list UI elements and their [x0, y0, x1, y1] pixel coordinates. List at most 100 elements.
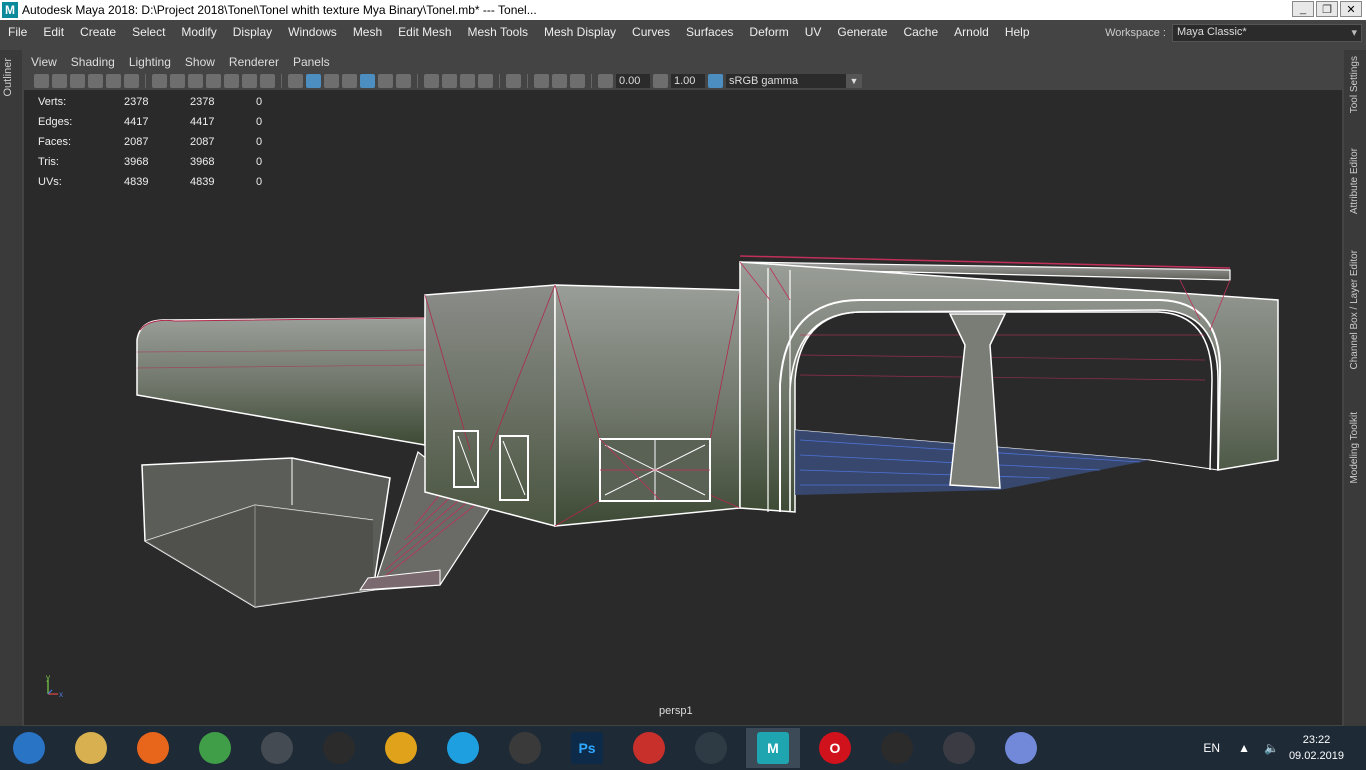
safe-action-icon[interactable] [242, 74, 257, 88]
workspace-selector[interactable]: Workspace : Maya Classic* ▾ [1105, 24, 1362, 42]
start-button[interactable] [2, 728, 56, 768]
tunnel-portal[interactable] [739, 255, 1279, 513]
menu-mesh-display[interactable]: Mesh Display [536, 25, 624, 39]
grease-pencil-icon[interactable] [124, 74, 139, 88]
axis-x-label: x [59, 690, 63, 698]
firefox-app[interactable] [126, 728, 180, 768]
panel-menu-view[interactable]: View [24, 55, 64, 69]
menu-display[interactable]: Display [225, 25, 280, 39]
default-material-icon[interactable] [324, 74, 339, 88]
paint-app[interactable] [64, 728, 118, 768]
xray-icon[interactable] [534, 74, 549, 88]
panel-menu-shading[interactable]: Shading [64, 55, 122, 69]
quixel-app[interactable] [312, 728, 366, 768]
panel-menu-lighting[interactable]: Lighting [122, 55, 178, 69]
menu-windows[interactable]: Windows [280, 25, 345, 39]
depth-of-field-icon[interactable] [478, 74, 493, 88]
photoshop-icon: Ps [571, 732, 603, 764]
maximize-button[interactable]: ❐ [1316, 1, 1338, 17]
menu-create[interactable]: Create [72, 25, 124, 39]
close-button[interactable]: ✕ [1340, 1, 1362, 17]
gamma-icon[interactable] [653, 74, 668, 88]
menu-file[interactable]: File [0, 25, 35, 39]
menu-curves[interactable]: Curves [624, 25, 678, 39]
menu-select[interactable]: Select [124, 25, 173, 39]
shadows-icon[interactable] [396, 74, 411, 88]
zbrush-app[interactable] [498, 728, 552, 768]
pixel-app[interactable] [684, 728, 738, 768]
menu-mesh[interactable]: Mesh [345, 25, 390, 39]
opera-app[interactable]: O [808, 728, 862, 768]
menu-uv[interactable]: UV [797, 25, 830, 39]
language-indicator[interactable]: EN [1203, 741, 1220, 755]
motion-blur-icon[interactable] [442, 74, 457, 88]
exposure-icon[interactable] [598, 74, 613, 88]
outliner-tab[interactable]: Outliner [2, 58, 14, 97]
central-block[interactable] [424, 284, 741, 527]
gamma-field[interactable]: 1.00 [671, 74, 705, 88]
axis-gizmo-icon: y x [46, 673, 63, 699]
xray-joints-icon[interactable] [570, 74, 585, 88]
2d-pan-icon[interactable] [106, 74, 121, 88]
wireframe-on-shaded-icon[interactable] [342, 74, 357, 88]
grid-icon[interactable] [152, 74, 167, 88]
menu-cache[interactable]: Cache [895, 25, 946, 39]
world-of-tanks-app[interactable] [250, 728, 304, 768]
lights-icon[interactable] [378, 74, 393, 88]
xray-active-icon[interactable] [552, 74, 567, 88]
volume-icon[interactable]: 🔈 [1264, 741, 1279, 755]
attribute-editor-tab[interactable]: Attribute Editor [1349, 148, 1360, 214]
unity-app[interactable] [870, 728, 924, 768]
menu-mesh-tools[interactable]: Mesh Tools [460, 25, 536, 39]
menu-modify[interactable]: Modify [173, 25, 224, 39]
skype-app[interactable] [436, 728, 490, 768]
chrome-app[interactable] [188, 728, 242, 768]
photoshop-app[interactable]: Ps [560, 728, 614, 768]
substance-painter-app[interactable] [622, 728, 676, 768]
channel-box-tab[interactable]: Channel Box / Layer Editor [1349, 250, 1360, 370]
menu-edit-mesh[interactable]: Edit Mesh [390, 25, 459, 39]
tool-settings-tab[interactable]: Tool Settings [1349, 56, 1360, 113]
maya-app[interactable]: M [746, 728, 800, 768]
image-plane-icon[interactable] [88, 74, 103, 88]
menu-generate[interactable]: Generate [829, 25, 895, 39]
bookmark-icon[interactable] [70, 74, 85, 88]
exposure-field[interactable]: 0.00 [616, 74, 650, 88]
isolate-select-icon[interactable] [506, 74, 521, 88]
modeling-toolkit-tab[interactable]: Modeling Toolkit [1349, 412, 1360, 484]
smooth-shade-icon[interactable] [306, 74, 321, 88]
wireframe-icon[interactable] [288, 74, 303, 88]
camera-attributes-icon[interactable] [52, 74, 67, 88]
lower-box[interactable] [141, 457, 391, 608]
field-chart-icon[interactable] [224, 74, 239, 88]
screen-space-ao-icon[interactable] [424, 74, 439, 88]
3d-viewport[interactable]: Verts: 2378 2378 0 Edges: 4417 4417 0 Faces: 20… [24, 90, 1342, 725]
color-management-icon[interactable] [708, 74, 723, 88]
select-camera-icon[interactable] [34, 74, 49, 88]
menu-edit[interactable]: Edit [35, 25, 72, 39]
discord-icon [1005, 732, 1037, 764]
equalizer-app[interactable] [932, 728, 986, 768]
gate-mask-icon[interactable] [206, 74, 221, 88]
menu-help[interactable]: Help [997, 25, 1038, 39]
minimize-button[interactable]: _ [1292, 1, 1314, 17]
discord-app[interactable] [994, 728, 1048, 768]
resolution-gate-icon[interactable] [188, 74, 203, 88]
textured-icon[interactable] [360, 74, 375, 88]
axis-y-label: y [46, 674, 50, 682]
menu-surfaces[interactable]: Surfaces [678, 25, 741, 39]
safe-title-icon[interactable] [260, 74, 275, 88]
tray-chevron-icon[interactable]: ▲ [1238, 741, 1250, 755]
panel-menu-show[interactable]: Show [178, 55, 222, 69]
antialiasing-icon[interactable] [460, 74, 475, 88]
panel-menu-panels[interactable]: Panels [286, 55, 337, 69]
film-gate-icon[interactable] [170, 74, 185, 88]
menu-deform[interactable]: Deform [741, 25, 796, 39]
artstation-app[interactable] [374, 728, 428, 768]
left-tunnel[interactable] [136, 317, 426, 446]
clock[interactable]: 23:22 09.02.2019 [1289, 732, 1344, 764]
panel-menu-renderer[interactable]: Renderer [222, 55, 286, 69]
workspace-dropdown[interactable]: Maya Classic* ▾ [1172, 24, 1362, 42]
menu-arnold[interactable]: Arnold [946, 25, 997, 39]
view-transform-dropdown[interactable]: sRGB gamma ▼ [726, 74, 862, 88]
